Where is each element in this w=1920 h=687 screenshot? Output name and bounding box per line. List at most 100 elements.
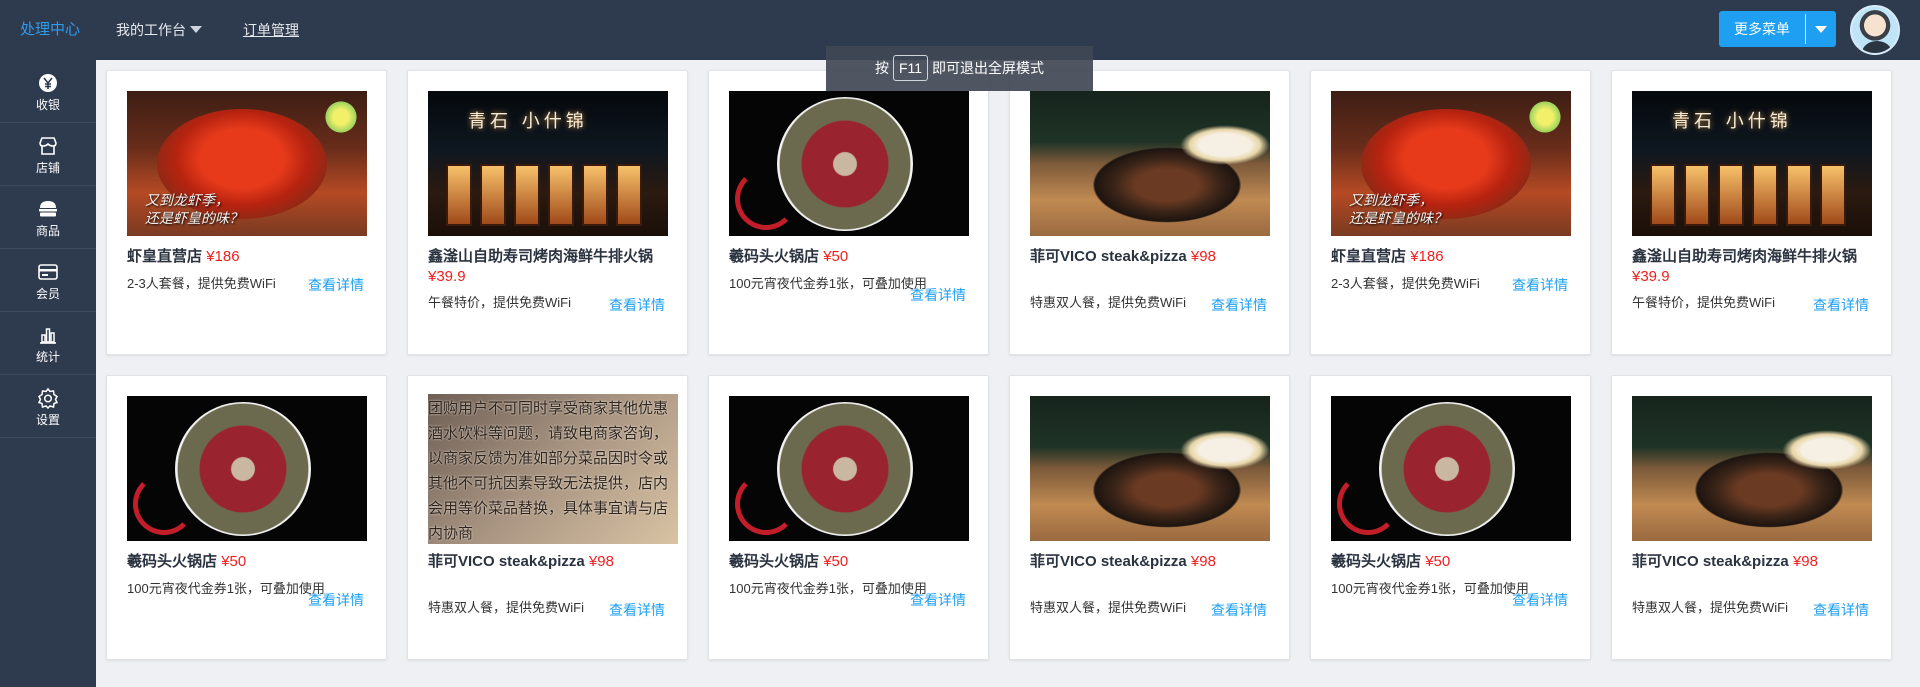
sidebar-item-label: 设置	[35, 413, 60, 427]
window-decoration	[1718, 164, 1744, 226]
deal-price: ¥39.9	[1632, 268, 1670, 285]
deal-description: 特惠双人餐，提供免费WiFi	[1030, 600, 1186, 615]
sidebar-item-label: 统计	[35, 350, 60, 364]
chevron-down-icon	[190, 25, 202, 33]
deal-name: 虾皇直营店 ¥186	[127, 247, 369, 267]
view-details-link[interactable]: 查看详情	[609, 296, 665, 314]
deal-price: ¥50	[823, 248, 849, 265]
nav-workbench[interactable]: 我的工作台	[116, 0, 202, 60]
deal-card[interactable]: 羲码头火锅店 ¥50 100元宵夜代金券1张，可叠加使用 查看详情	[106, 375, 387, 660]
deal-image[interactable]	[729, 396, 969, 541]
deal-card[interactable]: 青石 小什锦 鑫滏山自助寿司烤肉海鲜牛排火锅 ¥39.9 午餐特价，提供免费WiFi…	[1611, 70, 1892, 355]
bar-chart-icon	[0, 324, 96, 346]
deal-name: 菲可VICO steak&pizza ¥98	[1030, 552, 1272, 572]
deal-price: ¥50	[823, 553, 849, 570]
deal-card[interactable]: 又到龙虾季， 还是虾皇的味？ 虾皇直营店 ¥186 2-3人套餐，提供免费WiFi 查…	[106, 70, 387, 355]
deal-title: 菲可VICO steak&pizza	[1030, 248, 1187, 265]
deal-name: 羲码头火锅店 ¥50	[127, 552, 369, 572]
deal-description: 特惠双人餐，提供免费WiFi	[1632, 600, 1788, 615]
f11-key-badge: F11	[892, 55, 929, 81]
view-details-link[interactable]: 查看详情	[1512, 591, 1568, 609]
sidebar-item-statistics[interactable]: 统计	[0, 312, 96, 375]
sidebar-item-goods[interactable]: 商品	[0, 186, 96, 249]
sidebar-item-cashier[interactable]: 收银	[0, 60, 96, 123]
deal-card[interactable]: 菲可VICO steak&pizza ¥98 特惠双人餐，提供免费WiFi 查看详情	[1611, 375, 1892, 660]
more-menu-button[interactable]: 更多菜单	[1719, 11, 1836, 47]
image-caption: 青石 小什锦	[468, 111, 588, 132]
sidebar-item-store[interactable]: 店铺	[0, 123, 96, 186]
deal-title: 鑫滏山自助寿司烤肉海鲜牛排火锅	[1632, 248, 1858, 265]
deal-image[interactable]	[729, 91, 969, 236]
deal-card[interactable]: 菲可VICO steak&pizza ¥98 特惠双人餐，提供免费WiFi 查看详情	[1009, 70, 1290, 355]
deal-image[interactable]: 又到龙虾季， 还是虾皇的味？	[127, 91, 367, 236]
image-caption: 又到龙虾季， 还是虾皇的味？	[1349, 193, 1447, 227]
deal-title: 菲可VICO steak&pizza	[428, 553, 585, 570]
window-decoration	[514, 164, 540, 226]
sidebar-item-settings[interactable]: 设置	[0, 375, 96, 438]
deal-description: 午餐特价，提供免费WiFi	[428, 295, 571, 310]
deal-image[interactable]	[1632, 396, 1872, 541]
deal-image[interactable]	[1331, 396, 1571, 541]
fullscreen-toast: 按 F11 即可退出全屏模式	[826, 46, 1093, 91]
deal-description: 100元宵夜代金券1张，可叠加使用	[729, 276, 927, 291]
deal-price: ¥98	[1190, 248, 1216, 265]
deal-image[interactable]: 青石 小什锦	[1632, 91, 1872, 236]
deal-image[interactable]	[127, 396, 367, 541]
deal-title: 羲码头火锅店	[127, 553, 218, 570]
more-menu-dropdown-icon[interactable]	[1806, 11, 1836, 47]
deal-card[interactable]: 又到龙虾季， 还是虾皇的味？ 虾皇直营店 ¥186 2-3人套餐，提供免费WiFi 查…	[1310, 70, 1591, 355]
sidebar-item-member[interactable]: 会员	[0, 249, 96, 312]
deal-description: 2-3人套餐，提供免费WiFi	[127, 276, 276, 291]
deal-price: ¥98	[588, 553, 614, 570]
sidebar-item-label: 商品	[35, 224, 60, 238]
view-details-link[interactable]: 查看详情	[1813, 296, 1869, 314]
deal-name: 羲码头火锅店 ¥50	[1331, 552, 1573, 572]
deal-price: ¥39.9	[428, 268, 466, 285]
view-details-link[interactable]: 查看详情	[308, 591, 364, 609]
sidebar: 收银 店铺 商品 会员 统计 设置	[0, 60, 96, 687]
view-details-link[interactable]: 查看详情	[910, 286, 966, 304]
brand-title[interactable]: 处理中心	[20, 0, 80, 60]
deal-title: 菲可VICO steak&pizza	[1632, 553, 1789, 570]
deal-image[interactable]: 又到龙虾季， 还是虾皇的味？	[1331, 91, 1571, 236]
view-details-link[interactable]: 查看详情	[1211, 296, 1267, 314]
deal-image[interactable]: 团购用户不可同时享受商家其他优惠酒水饮料等问题，请致电商家咨询，以商家反馈为准如…	[428, 394, 678, 544]
deal-card[interactable]: 团购用户不可同时享受商家其他优惠酒水饮料等问题，请致电商家咨询，以商家反馈为准如…	[407, 375, 688, 660]
deal-name: 菲可VICO steak&pizza ¥98	[1030, 247, 1272, 267]
store-icon	[0, 135, 96, 157]
view-details-link[interactable]: 查看详情	[1813, 601, 1869, 619]
deal-name: 菲可VICO steak&pizza ¥98	[428, 552, 670, 572]
deal-description: 100元宵夜代金券1张，可叠加使用	[127, 581, 325, 596]
deal-title: 羲码头火锅店	[729, 248, 820, 265]
deal-card[interactable]: 羲码头火锅店 ¥50 100元宵夜代金券1张，可叠加使用 查看详情	[708, 70, 989, 355]
view-details-link[interactable]: 查看详情	[1211, 601, 1267, 619]
deal-card-grid: 又到龙虾季， 还是虾皇的味？ 虾皇直营店 ¥186 2-3人套餐，提供免费WiFi 查…	[96, 60, 1920, 687]
deal-name: 虾皇直营店 ¥186	[1331, 247, 1573, 267]
window-decoration	[1786, 164, 1812, 226]
yen-coin-icon	[0, 72, 96, 94]
deal-description: 100元宵夜代金券1张，可叠加使用	[1331, 581, 1529, 596]
member-card-icon	[0, 261, 96, 283]
deal-title: 虾皇直营店	[127, 248, 203, 265]
view-details-link[interactable]: 查看详情	[1512, 276, 1568, 294]
deal-image[interactable]: 青石 小什锦	[428, 91, 668, 236]
deal-image[interactable]	[1030, 91, 1270, 236]
nav-workbench-label: 我的工作台	[116, 22, 186, 38]
deal-card[interactable]: 羲码头火锅店 ¥50 100元宵夜代金券1张，可叠加使用 查看详情	[708, 375, 989, 660]
nav-order-management[interactable]: 订单管理	[243, 0, 299, 60]
view-details-link[interactable]: 查看详情	[609, 601, 665, 619]
deal-card[interactable]: 羲码头火锅店 ¥50 100元宵夜代金券1张，可叠加使用 查看详情	[1310, 375, 1591, 660]
deal-title: 鑫滏山自助寿司烤肉海鲜牛排火锅	[428, 248, 654, 265]
view-details-link[interactable]: 查看详情	[308, 276, 364, 294]
view-details-link[interactable]: 查看详情	[910, 591, 966, 609]
deal-description: 特惠双人餐，提供免费WiFi	[1030, 295, 1186, 310]
sidebar-item-label: 店铺	[35, 161, 60, 175]
window-decoration	[548, 164, 574, 226]
deal-card[interactable]: 菲可VICO steak&pizza ¥98 特惠双人餐，提供免费WiFi 查看详情	[1009, 375, 1290, 660]
deal-card[interactable]: 青石 小什锦鑫滏山自助寿司烤肉海鲜牛排火锅 ¥39.9 午餐特价，提供免费WiFi…	[407, 70, 688, 355]
user-avatar[interactable]	[1850, 5, 1900, 55]
window-decoration	[446, 164, 472, 226]
deal-image[interactable]	[1030, 396, 1270, 541]
window-decoration	[480, 164, 506, 226]
image-caption: 又到龙虾季， 还是虾皇的味？	[145, 193, 243, 227]
